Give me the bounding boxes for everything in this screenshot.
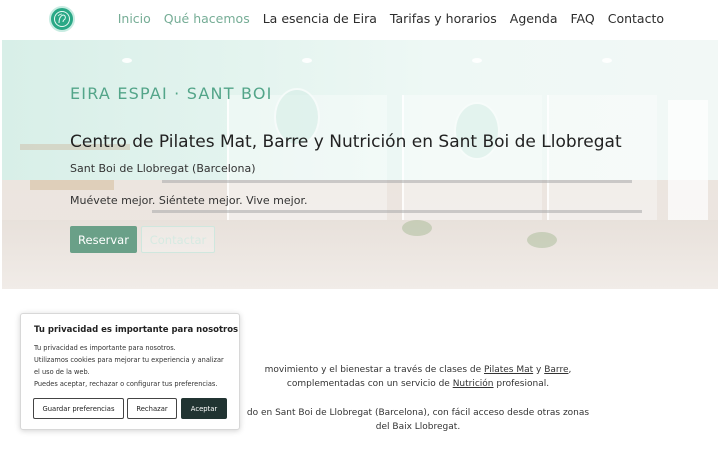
location-paragraph: do en Sant Boi de Llobregat (Barcelona),… <box>246 408 590 432</box>
hero-plant <box>527 232 557 248</box>
save-preferences-button[interactable]: Guardar preferencias <box>33 398 124 419</box>
ceiling-light <box>302 58 312 63</box>
cookie-line: Tu privacidad es importante para nosotro… <box>34 344 176 352</box>
intro-text: y <box>533 365 545 375</box>
link-barre[interactable]: Barre <box>544 365 568 375</box>
reject-cookies-button[interactable]: Rechazar <box>127 398 177 419</box>
nav-la-esencia-de-eira[interactable]: La esencia de Eira <box>263 11 377 26</box>
ballet-barre <box>152 210 642 213</box>
hero-brand: EIRA ESPAI · SANT BOI <box>70 84 273 103</box>
accept-cookies-button[interactable]: Aceptar <box>181 398 227 419</box>
cookie-title: Tu privacidad es importante para nosotro… <box>34 325 239 335</box>
eira-logo-icon[interactable] <box>49 6 75 32</box>
nav-contacto[interactable]: Contacto <box>608 11 664 26</box>
intro-paragraph: movimiento y el bienestar a través de cl… <box>240 363 596 391</box>
cookie-message: Tu privacidad es importante para nosotro… <box>34 342 234 390</box>
hero-location: Sant Boi de Llobregat (Barcelona) <box>70 162 256 175</box>
hero-title: Centro de Pilates Mat, Barre y Nutrición… <box>70 132 622 152</box>
link-pilates-mat[interactable]: Pilates Mat <box>484 365 533 375</box>
nav-inicio[interactable]: Inicio <box>118 11 151 26</box>
cookie-line: el uso de la web. <box>34 368 90 376</box>
nav-faq[interactable]: FAQ <box>571 11 595 26</box>
site-header: Inicio Qué hacemos La esencia de Eira Ta… <box>0 0 720 40</box>
hero-plant <box>402 220 432 236</box>
hero-yoga-blocks <box>30 180 114 190</box>
cookie-line: Puedes aceptar, rechazar o configurar tu… <box>34 380 218 388</box>
ceiling-light <box>602 58 612 63</box>
intro-text: profesional. <box>493 379 550 389</box>
intro-text: movimiento y el bienestar a través de cl… <box>264 365 484 375</box>
reserve-button[interactable]: Reservar <box>70 226 137 253</box>
hero-mirror <box>547 95 657 225</box>
contact-button[interactable]: Contactar <box>141 226 215 253</box>
ceiling-light <box>472 58 482 63</box>
link-nutricion[interactable]: Nutrición <box>453 379 494 389</box>
nav-que-hacemos[interactable]: Qué hacemos <box>164 11 250 26</box>
ballet-barre <box>162 180 632 183</box>
hero-door <box>668 100 708 240</box>
hero-section: EIRA ESPAI · SANT BOI Centro de Pilates … <box>2 40 718 289</box>
main-nav: Inicio Qué hacemos La esencia de Eira Ta… <box>118 11 664 26</box>
nav-tarifas-y-horarios[interactable]: Tarifas y horarios <box>390 11 497 26</box>
nav-agenda[interactable]: Agenda <box>510 11 558 26</box>
cookie-consent-dialog: Tu privacidad es importante para nosotro… <box>20 313 240 430</box>
cookie-line: Utilizamos cookies para mejorar tu exper… <box>34 356 224 364</box>
hero-tagline: Muévete mejor. Siéntete mejor. Vive mejo… <box>70 194 308 207</box>
ceiling-light <box>122 58 132 63</box>
